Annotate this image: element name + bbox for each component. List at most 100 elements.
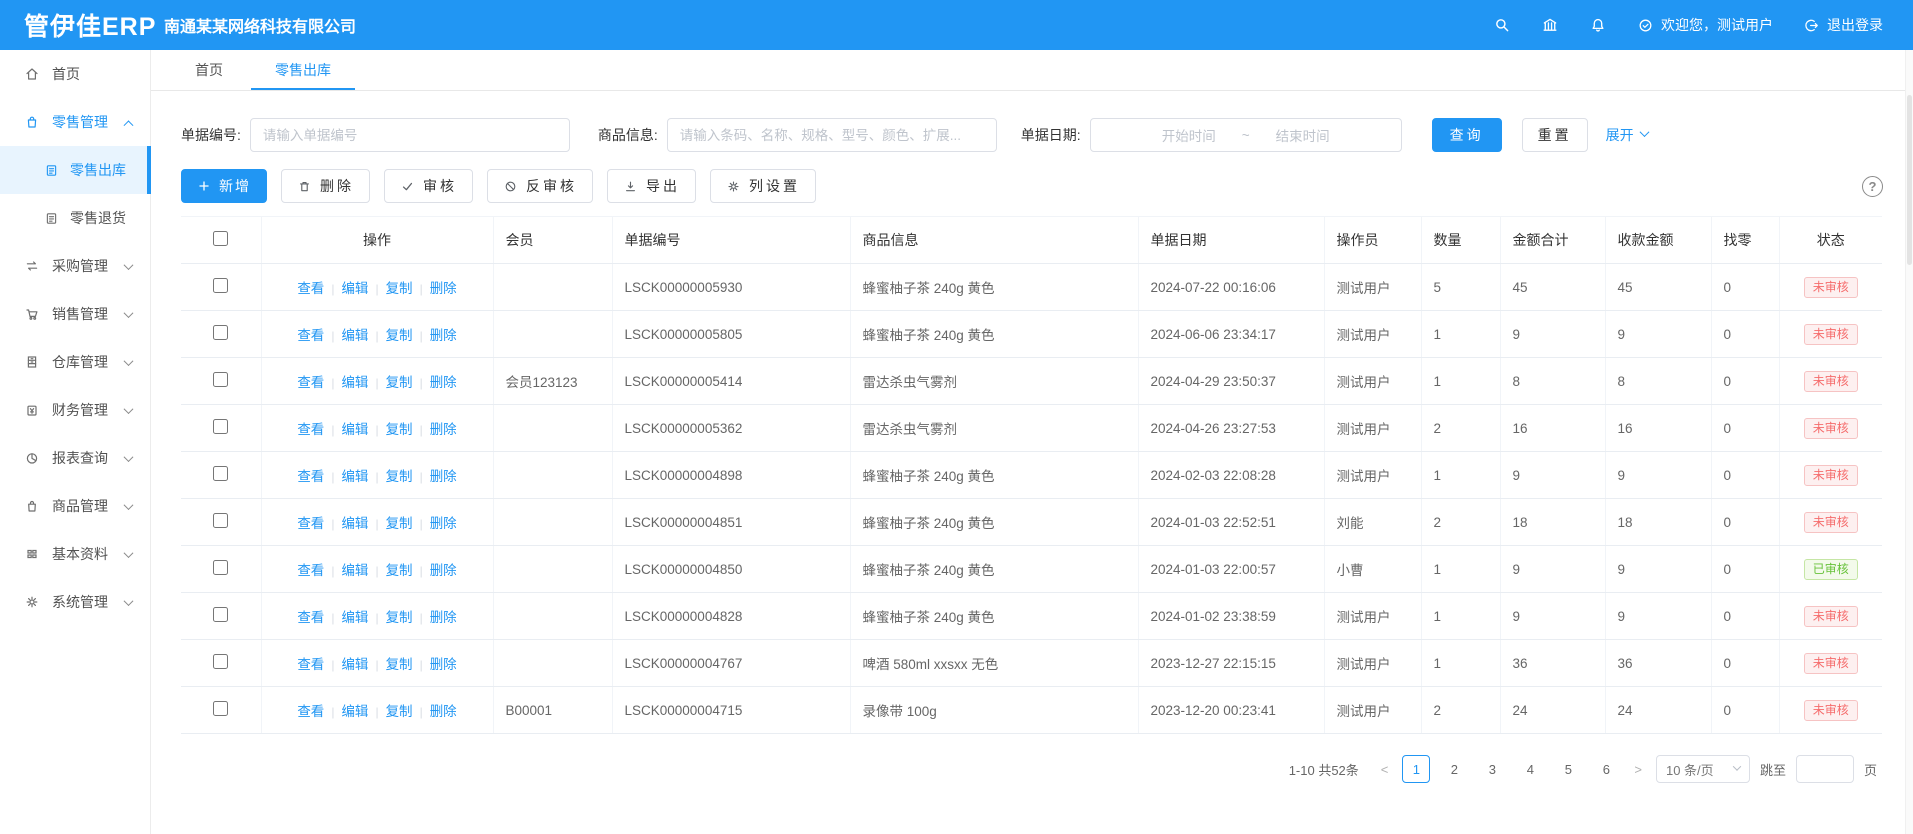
page-size-select[interactable]: 10 条/页 (1656, 755, 1750, 783)
delete-link[interactable]: 删除 (430, 657, 457, 672)
date-range-input[interactable]: 开始时间 ~ 结束时间 (1090, 118, 1402, 152)
edit-link[interactable]: 编辑 (341, 281, 368, 296)
copy-link[interactable]: 复制 (386, 281, 413, 296)
delete-link[interactable]: 删除 (430, 563, 457, 578)
page-button-3[interactable]: 3 (1478, 755, 1506, 783)
view-link[interactable]: 查看 (297, 516, 324, 531)
view-link[interactable]: 查看 (297, 375, 324, 390)
copy-link[interactable]: 复制 (386, 704, 413, 719)
delete-link[interactable]: 删除 (430, 375, 457, 390)
view-link[interactable]: 查看 (297, 281, 324, 296)
view-link[interactable]: 查看 (297, 328, 324, 343)
row-checkbox[interactable] (213, 560, 228, 575)
row-checkbox[interactable] (213, 701, 228, 716)
delete-link[interactable]: 删除 (430, 516, 457, 531)
add-button[interactable]: 新增 (181, 169, 267, 203)
audit-button[interactable]: 审核 (384, 169, 473, 203)
delete-link[interactable]: 删除 (430, 281, 457, 296)
view-link[interactable]: 查看 (297, 563, 324, 578)
cell-date: 2024-07-22 00:16:06 (1138, 264, 1324, 311)
user-welcome[interactable]: 欢迎您，测试用户 (1637, 15, 1773, 35)
edit-link[interactable]: 编辑 (341, 422, 368, 437)
row-checkbox[interactable] (213, 325, 228, 340)
copy-link[interactable]: 复制 (386, 375, 413, 390)
delete-link[interactable]: 删除 (430, 610, 457, 625)
bank-icon[interactable] (1541, 16, 1559, 34)
delete-link[interactable]: 删除 (430, 422, 457, 437)
sidebar-item-warehouse[interactable]: 仓库管理 (0, 338, 150, 386)
page-button-1[interactable]: 1 (1402, 755, 1430, 783)
column-settings-button[interactable]: 列设置 (710, 169, 816, 203)
logout-button[interactable]: 退出登录 (1803, 15, 1883, 35)
page-button-6[interactable]: 6 (1592, 755, 1620, 783)
bell-icon[interactable] (1589, 16, 1607, 34)
copy-link[interactable]: 复制 (386, 516, 413, 531)
product-info-input[interactable] (667, 118, 997, 152)
view-link[interactable]: 查看 (297, 610, 324, 625)
expand-link[interactable]: 展开 (1606, 125, 1648, 145)
bill-no-input[interactable] (250, 118, 570, 152)
row-checkbox[interactable] (213, 278, 228, 293)
help-icon[interactable]: ? (1862, 176, 1883, 197)
row-checkbox[interactable] (213, 466, 228, 481)
view-link[interactable]: 查看 (297, 422, 324, 437)
edit-link[interactable]: 编辑 (341, 610, 368, 625)
cell-product: 蜂蜜柚子茶 240g 黄色 (850, 499, 1138, 546)
tab-retail-outbound[interactable]: 零售出库 (249, 50, 357, 90)
sidebar-item-purchase[interactable]: 采购管理 (0, 242, 150, 290)
sidebar-item-retail-outbound[interactable]: 零售出库 (0, 146, 150, 194)
delete-link[interactable]: 删除 (430, 328, 457, 343)
sidebar-item-reports[interactable]: 报表查询 (0, 434, 150, 482)
col-header-status: 状态 (1779, 217, 1882, 264)
edit-link[interactable]: 编辑 (341, 704, 368, 719)
goods-bag-icon (24, 498, 41, 514)
sidebar-item-finance[interactable]: 财务管理 (0, 386, 150, 434)
sidebar-item-home[interactable]: 首页 (0, 50, 150, 98)
jump-page-input[interactable] (1796, 755, 1854, 783)
copy-link[interactable]: 复制 (386, 328, 413, 343)
page-button-4[interactable]: 4 (1516, 755, 1544, 783)
row-checkbox[interactable] (213, 513, 228, 528)
sidebar-item-retail[interactable]: 零售管理 (0, 98, 150, 146)
delete-link[interactable]: 删除 (430, 704, 457, 719)
copy-link[interactable]: 复制 (386, 657, 413, 672)
search-button[interactable]: 查询 (1432, 118, 1502, 152)
prev-page-icon[interactable]: < (1377, 762, 1393, 777)
export-button[interactable]: 导出 (607, 169, 696, 203)
select-all-checkbox[interactable] (213, 231, 228, 246)
scrollbar-thumb[interactable] (1907, 95, 1912, 265)
trash-icon (297, 179, 312, 194)
sidebar-item-system[interactable]: 系统管理 (0, 578, 150, 626)
unaudit-button[interactable]: 反审核 (487, 169, 593, 203)
page-button-2[interactable]: 2 (1440, 755, 1468, 783)
view-link[interactable]: 查看 (297, 469, 324, 484)
delete-link[interactable]: 删除 (430, 469, 457, 484)
edit-link[interactable]: 编辑 (341, 657, 368, 672)
tab-home[interactable]: 首页 (169, 50, 249, 90)
edit-link[interactable]: 编辑 (341, 328, 368, 343)
edit-link[interactable]: 编辑 (341, 375, 368, 390)
edit-link[interactable]: 编辑 (341, 563, 368, 578)
edit-link[interactable]: 编辑 (341, 469, 368, 484)
copy-link[interactable]: 复制 (386, 469, 413, 484)
delete-button[interactable]: 删除 (281, 169, 370, 203)
page-scrollbar[interactable] (1905, 50, 1913, 834)
copy-link[interactable]: 复制 (386, 422, 413, 437)
row-checkbox[interactable] (213, 654, 228, 669)
view-link[interactable]: 查看 (297, 657, 324, 672)
view-link[interactable]: 查看 (297, 704, 324, 719)
edit-link[interactable]: 编辑 (341, 516, 368, 531)
copy-link[interactable]: 复制 (386, 563, 413, 578)
page-button-5[interactable]: 5 (1554, 755, 1582, 783)
sidebar-item-sales[interactable]: 销售管理 (0, 290, 150, 338)
row-checkbox[interactable] (213, 607, 228, 622)
row-checkbox[interactable] (213, 419, 228, 434)
sidebar-item-basic-data[interactable]: 基本资料 (0, 530, 150, 578)
search-icon[interactable] (1493, 16, 1511, 34)
sidebar-item-goods[interactable]: 商品管理 (0, 482, 150, 530)
sidebar-item-retail-return[interactable]: 零售退货 (0, 194, 150, 242)
row-checkbox[interactable] (213, 372, 228, 387)
next-page-icon[interactable]: > (1630, 762, 1646, 777)
copy-link[interactable]: 复制 (386, 610, 413, 625)
reset-button[interactable]: 重置 (1522, 118, 1588, 152)
